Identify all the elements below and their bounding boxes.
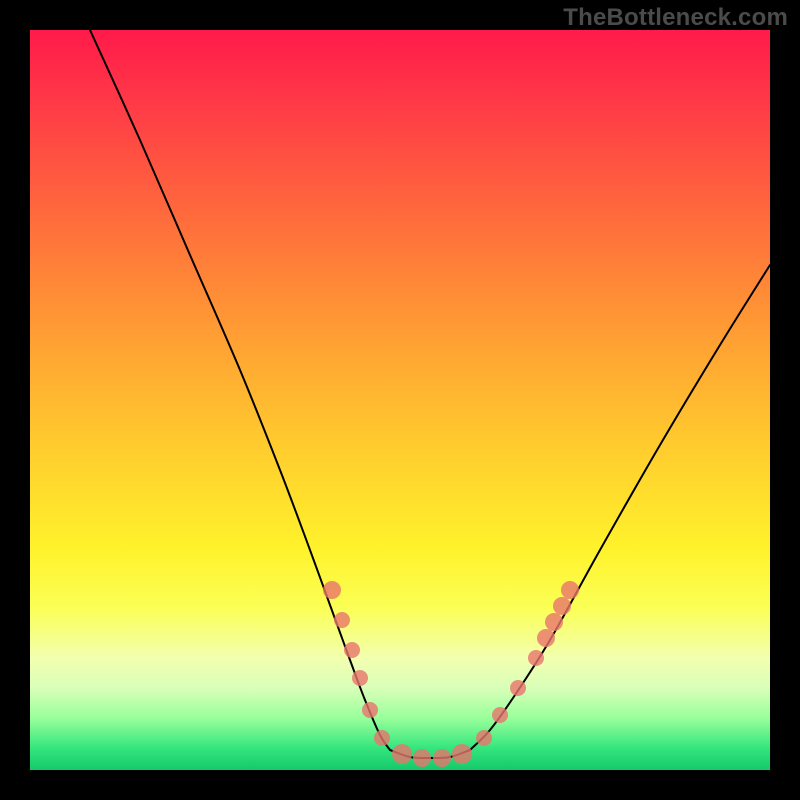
marker-dot (510, 680, 526, 696)
marker-dot (545, 613, 563, 631)
marker-dot (537, 629, 555, 647)
plot-area (30, 30, 770, 770)
marker-dot (452, 744, 472, 764)
marker-dot (476, 730, 492, 746)
marker-dot (561, 581, 579, 599)
chart-frame: TheBottleneck.com (0, 0, 800, 800)
curve-right-branch (470, 265, 770, 750)
marker-dot (362, 702, 378, 718)
marker-dot (334, 612, 350, 628)
marker-dot (352, 670, 368, 686)
marker-dot (374, 730, 390, 746)
marker-dot (392, 744, 412, 764)
curve-left-branch (90, 30, 390, 750)
bottleneck-curve (30, 30, 770, 770)
marker-dot (492, 707, 508, 723)
watermark-text: TheBottleneck.com (563, 4, 788, 32)
marker-dot (323, 581, 341, 599)
marker-dot (344, 642, 360, 658)
marker-dot (433, 749, 451, 767)
marker-dots (323, 581, 579, 767)
marker-dot (553, 597, 571, 615)
marker-dot (413, 749, 431, 767)
marker-dot (528, 650, 544, 666)
